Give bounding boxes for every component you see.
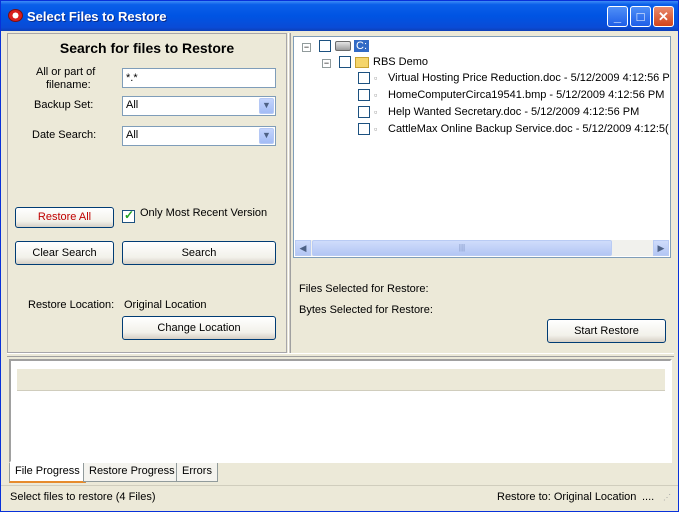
file-icon: ▫ [374,73,378,84]
tab-errors[interactable]: Errors [176,463,218,482]
chevron-down-icon[interactable]: ▼ [259,128,274,144]
start-restore-button[interactable]: Start Restore [547,319,666,343]
file-checkbox[interactable] [358,89,370,102]
horizontal-scrollbar[interactable]: ◀ ||| ▶ [295,240,669,256]
collapse-root-icon[interactable]: − [302,43,311,52]
file-label: CattleMax Online Backup Service.doc - 5/… [388,123,669,135]
search-panel: Search for files to Restore All or part … [7,33,287,353]
restore-location-label: Restore Location: [28,299,115,311]
scroll-right-icon[interactable]: ▶ [653,240,669,256]
restore-location-value: Original Location [124,299,207,311]
tab-file-progress[interactable]: File Progress [9,463,86,483]
tree-file-row[interactable]: ▫ HomeComputerCirca19541.bmp - 5/12/2009 … [358,89,664,105]
file-icon: ▫ [374,107,378,118]
maximize-button[interactable]: □ [630,6,651,27]
file-checkbox[interactable] [358,72,370,85]
drive-icon [335,41,351,52]
chevron-down-icon[interactable]: ▼ [259,98,274,114]
root-label: C: [354,40,369,52]
bytes-selected-label: Bytes Selected for Restore: [299,304,433,316]
folder-icon [355,56,369,68]
backup-set-select[interactable]: All ▼ [122,96,276,116]
vertical-splitter[interactable] [288,33,291,353]
window-title: Select Files to Restore [27,9,167,24]
scroll-left-icon[interactable]: ◀ [295,240,311,256]
filename-label-line2: filename: [46,79,91,91]
search-heading: Search for files to Restore [59,40,235,56]
tab-restore-progress[interactable]: Restore Progress [83,463,181,482]
resize-grip-icon[interactable]: ⋰ [663,494,675,508]
filename-label-line1: All or part of [36,66,96,78]
minimize-button[interactable]: _ [607,6,628,27]
tree-node-folder[interactable]: RBS Demo [339,56,428,72]
file-tree-panel: − C: − RBS Demo ▫ Virtual Hosting Price R… [292,33,674,353]
restore-window: Select Files to Restore _ □ ✕ Search for… [0,0,679,512]
file-label: HomeComputerCirca19541.bmp - 5/12/2009 4… [388,89,665,101]
backup-set-label: Backup Set: [34,99,94,111]
collapse-folder-icon[interactable]: − [322,59,331,68]
search-button[interactable]: Search [122,241,276,265]
status-left-text: Select files to restore (4 Files) [10,491,156,503]
file-icon: ▫ [374,90,378,101]
scroll-thumb[interactable]: ||| [312,240,612,256]
status-bar: Select files to restore (4 Files) Restor… [1,485,678,511]
progress-log [9,359,672,463]
date-search-label: Date Search: [32,129,97,141]
title-bar[interactable]: Select Files to Restore _ □ ✕ [1,1,678,31]
tree-file-row[interactable]: ▫ Help Wanted Secretary.doc - 5/12/2009 4… [358,106,639,122]
close-button[interactable]: ✕ [653,6,674,27]
folder-label: RBS Demo [373,56,429,68]
status-right-text: Restore to: Original Location [497,491,637,503]
horizontal-splitter[interactable] [7,353,674,357]
tree-node-root[interactable]: C: [319,40,369,56]
file-label: Virtual Hosting Price Reduction.doc - 5/… [388,72,670,84]
restore-all-button[interactable]: Restore All [15,207,114,228]
tree-file-row[interactable]: ▫ CattleMax Online Backup Service.doc - 5… [358,123,669,139]
date-search-value: All [126,129,139,141]
file-label: Help Wanted Secretary.doc - 5/12/2009 4:… [388,106,640,118]
status-ellipsis: .... [642,491,655,503]
file-checkbox[interactable] [358,123,370,136]
filename-input[interactable]: *.* [122,68,276,88]
root-checkbox[interactable] [319,40,331,53]
clear-search-button[interactable]: Clear Search [15,241,114,265]
most-recent-checkbox[interactable] [122,208,135,223]
backup-set-value: All [126,99,139,111]
date-search-select[interactable]: All ▼ [122,126,276,146]
change-location-button[interactable]: Change Location [122,316,276,340]
file-icon: ▫ [374,124,378,135]
files-selected-label: Files Selected for Restore: [299,283,429,295]
folder-checkbox[interactable] [339,56,351,69]
file-checkbox[interactable] [358,106,370,119]
tree-file-row[interactable]: ▫ Virtual Hosting Price Reduction.doc - 5… [358,72,670,88]
most-recent-label: Only Most Recent Version [140,207,268,219]
app-icon [8,9,23,22]
progress-log-header [17,369,665,391]
file-tree[interactable]: − C: − RBS Demo ▫ Virtual Hosting Price R… [293,36,671,258]
